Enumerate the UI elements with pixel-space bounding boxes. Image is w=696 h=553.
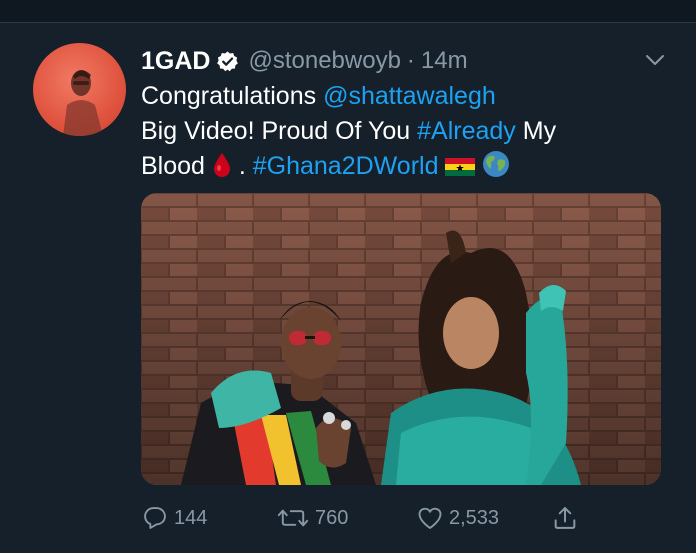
tweet-actions: 144 760 2,533 [141, 501, 661, 535]
globe-emoji-icon [482, 150, 510, 188]
like-count: 2,533 [449, 506, 500, 529]
tweet-text: Congratulations @shattawalegh Big Video!… [141, 79, 661, 188]
text-segment: Big Video! Proud Of You [141, 117, 418, 145]
text-segment: My [515, 117, 557, 145]
tweet-media-photo[interactable] [141, 193, 661, 485]
share-icon [551, 504, 579, 532]
chevron-down-icon[interactable] [644, 53, 666, 67]
blood-drop-emoji-icon [212, 152, 232, 188]
share-button[interactable] [551, 501, 579, 535]
display-name[interactable]: 1GAD [141, 47, 210, 76]
hashtag-link[interactable]: #Already [417, 117, 516, 145]
heart-icon [416, 504, 444, 532]
tweet-card[interactable]: 1GAD @stonebwoyb · 14m Congratulations @… [0, 23, 696, 553]
retweet-button[interactable]: 760 [276, 501, 348, 535]
reply-icon [141, 504, 169, 532]
tweet-line-1: Congratulations @shattawalegh [141, 79, 661, 114]
top-strip [0, 0, 696, 23]
verified-badge-icon [216, 50, 239, 73]
timestamp[interactable]: 14m [421, 47, 468, 75]
avatar[interactable] [33, 43, 126, 136]
hashtag-link[interactable]: #Ghana2DWorld [253, 152, 439, 180]
text-segment: Congratulations [141, 82, 324, 110]
reply-count: 144 [174, 506, 208, 529]
tweet-header: 1GAD @stonebwoyb · 14m [141, 45, 468, 77]
text-segment: . [231, 152, 253, 180]
tweet-line-3: Blood . #Ghana2DWorld [141, 149, 661, 188]
retweet-icon [276, 504, 310, 532]
like-button[interactable]: 2,533 [416, 501, 499, 535]
separator-dot: · [406, 47, 415, 74]
text-segment: Blood [141, 152, 212, 180]
retweet-count: 760 [315, 506, 349, 529]
tweet-line-2: Big Video! Proud Of You #Already My [141, 114, 661, 149]
mention-link[interactable]: @shattawalegh [323, 82, 496, 110]
handle[interactable]: @stonebwoyb [248, 47, 400, 75]
ghana-flag-emoji-icon [445, 153, 476, 188]
reply-button[interactable]: 144 [141, 501, 207, 535]
